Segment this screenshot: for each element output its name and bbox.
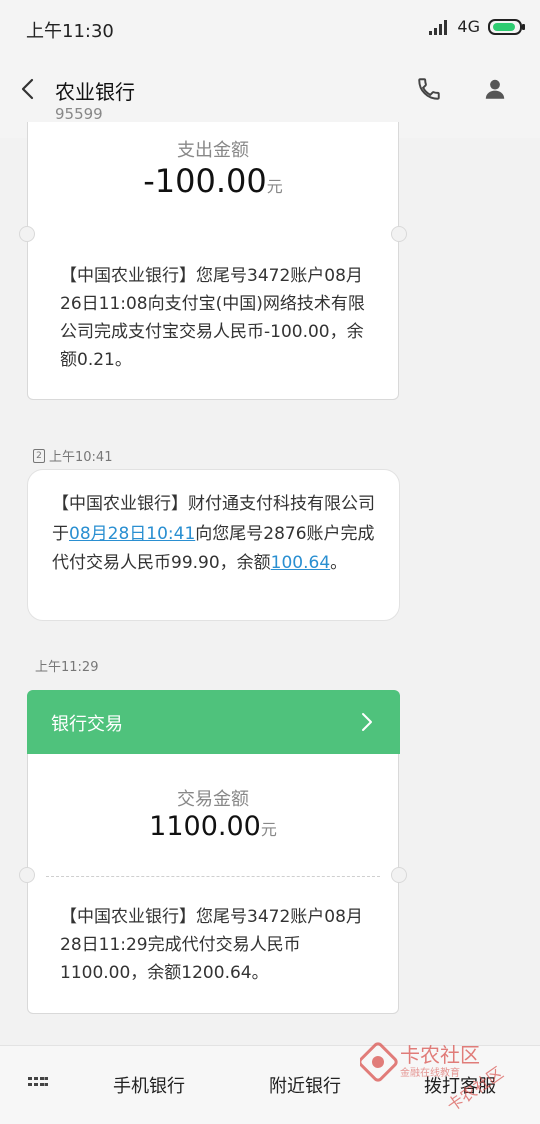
card-notch: [391, 867, 407, 883]
amount-value: 1100.00元: [28, 811, 398, 842]
card-header[interactable]: 银行交易: [27, 690, 400, 754]
message-timestamp: 2 上午10:41: [33, 446, 112, 465]
card-notch: [391, 226, 407, 242]
card-notch: [19, 867, 35, 883]
network-type: 4G: [457, 17, 480, 36]
timestamp-text: 上午10:41: [49, 450, 113, 465]
message-text: 【中国农业银行】您尾号3472账户08月26日11:08向支付宝(中国)网络技术…: [60, 266, 365, 370]
message-bubble[interactable]: 【中国农业银行】财付通支付科技有限公司于08月28日10:41向您尾号2876账…: [27, 469, 400, 621]
back-icon[interactable]: [16, 76, 42, 102]
status-indicators: 4G: [429, 17, 525, 36]
chevron-right-icon[interactable]: [358, 710, 376, 734]
bottom-menu-bar: 手机银行 附近银行 拨打客服: [0, 1045, 540, 1124]
phone-icon[interactable]: [416, 76, 442, 102]
transaction-card-bank[interactable]: 银行交易 交易金额 1100.00元 【中国农业银行】您尾号3472账户08月2…: [19, 690, 407, 1014]
menu-call-service[interactable]: 拨打客服: [424, 1072, 496, 1098]
card-notch: [19, 226, 35, 242]
text-part: 。: [330, 553, 348, 573]
amount-number: -100.00: [143, 162, 267, 200]
timestamp-text: 上午11:29: [35, 660, 99, 675]
amount-unit: 元: [266, 177, 283, 196]
sim-icon: 2: [33, 448, 45, 463]
amount-number: 1100.00: [149, 811, 261, 842]
menu-nearby-bank[interactable]: 附近银行: [269, 1072, 341, 1098]
contact-name: 农业银行: [55, 80, 135, 104]
amount-label: 交易金额: [177, 789, 249, 810]
card-divider: [46, 876, 380, 877]
amount-label: 支出金额: [177, 140, 249, 161]
date-link[interactable]: 08月28日10:41: [69, 524, 195, 544]
amount-link[interactable]: 100.64: [271, 553, 330, 573]
contact-number: 95599: [55, 105, 103, 123]
keyboard-grid-icon[interactable]: [28, 1076, 48, 1092]
status-bar: 上午11:30 4G: [0, 0, 540, 56]
person-icon[interactable]: [482, 76, 508, 102]
battery-icon: [488, 18, 525, 35]
signal-icon: [429, 19, 449, 35]
amount-unit: 元: [260, 820, 277, 839]
message-timestamp: 上午11:29: [35, 656, 98, 675]
amount-value: -100.00元: [28, 162, 398, 200]
message-text: 【中国农业银行】财付通支付科技有限公司于08月28日10:41向您尾号2876账…: [52, 490, 383, 579]
menu-mobile-banking[interactable]: 手机银行: [113, 1072, 185, 1098]
message-text: 【中国农业银行】您尾号3472账户08月28日11:29完成代付交易人民币110…: [60, 907, 363, 983]
status-time: 上午11:30: [26, 21, 114, 42]
transaction-card-expense[interactable]: 支出金额 -100.00元 【中国农业银行】您尾号3472账户08月26日11:…: [19, 122, 407, 400]
card-header-label: 银行交易: [51, 714, 123, 735]
